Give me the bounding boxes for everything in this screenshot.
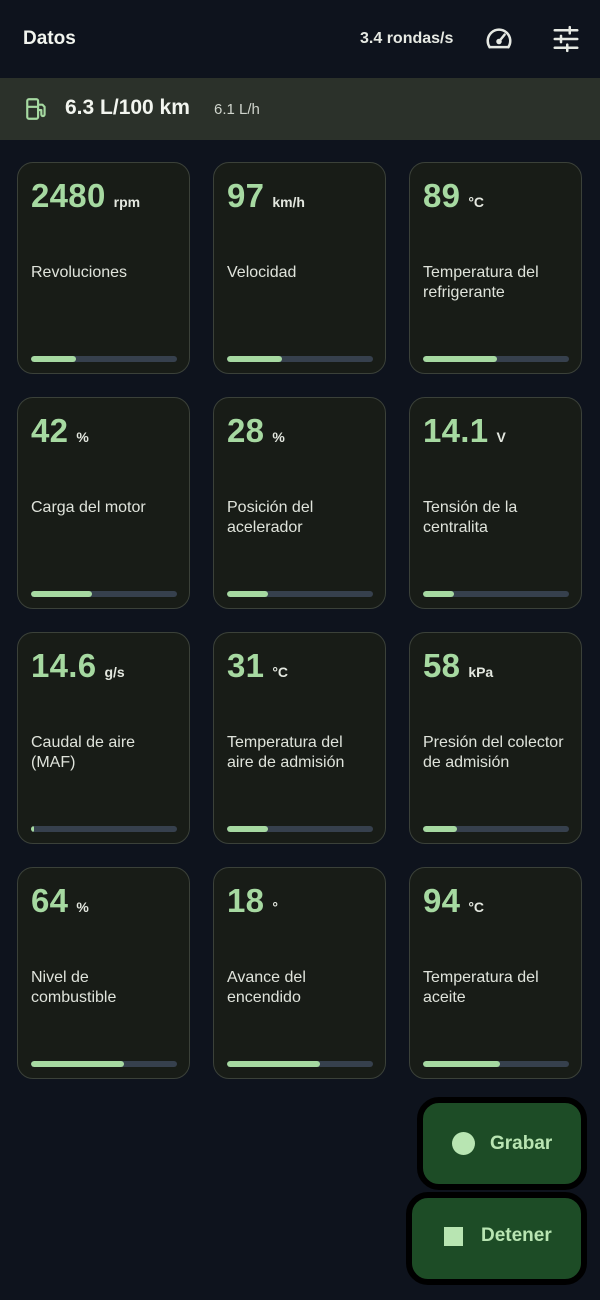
fuel-flow-rate: 6.1 L/h: [214, 101, 260, 118]
sensor-label: Avance del encendido: [227, 969, 306, 1006]
sensor-value: 28: [227, 412, 265, 449]
sensor-card-rpm[interactable]: 2480 rpm Revoluciones: [17, 162, 190, 374]
sensor-unit: °C: [468, 194, 485, 210]
sensor-card-intake-manifold-pressure[interactable]: 58 kPa Presión del colector de admisión: [409, 632, 582, 844]
sensor-progress-track: [423, 591, 569, 597]
sensor-unit: km/h: [272, 194, 305, 210]
sensor-unit: %: [76, 899, 89, 915]
sensor-value: 89: [423, 177, 461, 214]
sensor-label: Presión del colector de admisión: [423, 734, 564, 771]
sensor-label: Revoluciones: [31, 264, 128, 281]
fuel-pump-icon: [26, 98, 46, 120]
sensor-progress-fill: [423, 591, 454, 597]
stop-square-icon: [444, 1227, 463, 1246]
sensor-unit: kPa: [468, 664, 494, 680]
record-dot-icon: [452, 1132, 475, 1155]
sensor-card-speed[interactable]: 97 km/h Velocidad: [213, 162, 386, 374]
sensor-value: 2480: [31, 177, 106, 214]
sensor-card-ignition-timing[interactable]: 18 ° Avance del encendido: [213, 867, 386, 1079]
sensor-progress-fill: [227, 591, 268, 597]
stop-button[interactable]: Detener: [406, 1192, 587, 1285]
sensor-unit: %: [76, 429, 89, 445]
sensor-card-throttle-position[interactable]: 28% Posición del acelerador: [213, 397, 386, 609]
sensor-label: Posición del acelerador: [227, 499, 314, 536]
sensor-card-engine-load[interactable]: 42% Carga del motor: [17, 397, 190, 609]
sensor-unit: %: [272, 429, 285, 445]
sensor-progress-fill: [423, 826, 457, 832]
sensor-card-fuel-level[interactable]: 64% Nivel de combustible: [17, 867, 190, 1079]
sensor-card-maf[interactable]: 14.6 g/s Caudal de aire (MAF): [17, 632, 190, 844]
gauge-icon: [486, 28, 512, 49]
sensor-progress-track: [227, 1061, 373, 1067]
sensor-progress-track: [423, 1061, 569, 1067]
sensor-progress-fill: [227, 826, 268, 832]
sensor-value: 64: [31, 882, 69, 919]
sensor-label: Temperatura del aire de admisión: [227, 734, 345, 771]
sensor-label: Carga del motor: [31, 499, 146, 516]
sensor-unit: rpm: [113, 194, 141, 210]
sensor-progress-fill: [31, 1061, 125, 1067]
sensor-value: 31: [227, 647, 265, 684]
sensor-progress-track: [31, 591, 177, 597]
sensor-label: Temperatura del aceite: [423, 969, 539, 1006]
sensor-progress-fill: [423, 1061, 501, 1067]
sensor-progress-track: [31, 1061, 177, 1067]
sensor-progress-fill: [227, 1061, 321, 1067]
fuel-consumption: 6.3 L/100 km: [65, 96, 190, 119]
sensor-card-coolant-temp[interactable]: 89 °C Temperatura del refrigerante: [409, 162, 582, 374]
sensor-progress-track: [423, 356, 569, 362]
sensor-progress-fill: [31, 826, 34, 832]
record-label: Grabar: [490, 1133, 553, 1154]
sensor-label: Tensión de la centralita: [423, 499, 518, 536]
sensor-grid: 2480 rpm Revoluciones 97 km/h Velocidad 89…: [17, 162, 583, 1079]
sensor-progress-fill: [423, 356, 498, 362]
top-app-bar: Datos 3.4 rondas/s: [0, 0, 600, 78]
sensor-value: 18: [227, 882, 265, 919]
sensor-card-oil-temp[interactable]: 94 °C Temperatura del aceite: [409, 867, 582, 1079]
page-title: Datos: [23, 28, 76, 49]
gauge-button[interactable]: [482, 22, 516, 56]
sensor-value: 94: [423, 882, 461, 919]
sensor-progress-fill: [31, 591, 93, 597]
sensor-value: 14.6: [31, 647, 97, 684]
sensor-progress-fill: [31, 356, 77, 362]
sensor-label: Temperatura del refrigerante: [423, 264, 539, 301]
sensor-card-intake-air-temp[interactable]: 31 °C Temperatura del aire de admisión: [213, 632, 386, 844]
sensor-unit: °C: [468, 899, 485, 915]
fuel-summary-bar: 6.3 L/100 km 6.1 L/h: [0, 78, 600, 140]
sensor-progress-fill: [227, 356, 283, 362]
sensor-card-ecu-voltage[interactable]: 14.1 V Tensión de la centralita: [409, 397, 582, 609]
sensor-unit: °C: [272, 664, 289, 680]
sensor-unit: g/s: [104, 664, 125, 680]
sensor-value: 14.1: [423, 412, 489, 449]
tune-icon: [553, 25, 579, 53]
sensor-value: 97: [227, 177, 265, 214]
sensor-progress-track: [31, 826, 177, 832]
sensor-label: Caudal de aire (MAF): [31, 734, 136, 771]
sensor-progress-track: [423, 826, 569, 832]
sensor-unit: V: [496, 429, 506, 445]
settings-button[interactable]: [549, 22, 583, 56]
sensor-progress-track: [31, 356, 177, 362]
sensor-label: Velocidad: [227, 264, 297, 281]
sensor-progress-track: [227, 356, 373, 362]
sensor-label: Nivel de combustible: [31, 969, 117, 1006]
sensor-unit: °: [272, 899, 278, 915]
sensor-value: 42: [31, 412, 69, 449]
sensor-progress-track: [227, 591, 373, 597]
stop-label: Detener: [481, 1225, 552, 1246]
sensor-value: 58: [423, 647, 461, 684]
sensor-progress-track: [227, 826, 373, 832]
record-button[interactable]: Grabar: [417, 1097, 587, 1190]
refresh-rate: 3.4 rondas/s: [360, 30, 454, 47]
